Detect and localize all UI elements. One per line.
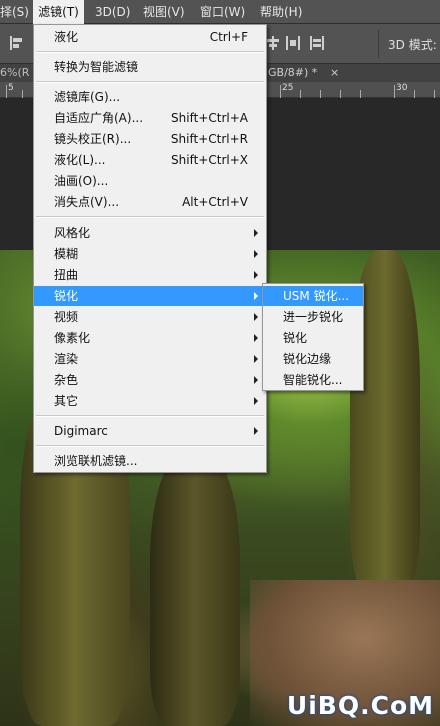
menu-item-pixelate[interactable]: 像素化 (34, 328, 266, 348)
menu-item-filter-gallery[interactable]: 滤镜库(G)... (34, 87, 266, 107)
menu-item-lens-correction[interactable]: 镜头校正(R)... Shift+Ctrl+R (34, 129, 266, 149)
menu-item-sharpen-edges[interactable]: 锐化边缘 (263, 349, 363, 369)
menu-window[interactable]: 窗口(W) (200, 0, 245, 24)
menu-item-smart-sharpen[interactable]: 智能锐化... (263, 370, 363, 390)
submenu-arrow-icon (254, 397, 258, 405)
menu-item-noise[interactable]: 杂色 (34, 370, 266, 390)
menu-item-sharpen-basic[interactable]: 锐化 (263, 328, 363, 348)
submenu-arrow-icon (254, 376, 258, 384)
menu-item-other[interactable]: 其它 (34, 391, 266, 411)
menu-separator (36, 216, 264, 218)
menu-separator (36, 445, 264, 447)
ruler-tick (6, 85, 7, 98)
ruler-number: 25 (282, 83, 294, 93)
menu-filter[interactable]: 滤镜(T) (33, 0, 84, 24)
tree-trunk (150, 450, 240, 726)
ruler-tick (280, 85, 281, 98)
menu-item-liquify[interactable]: 液化(L)... Shift+Ctrl+X (34, 150, 266, 170)
submenu-arrow-icon (254, 229, 258, 237)
menu-item-vanishing-point[interactable]: 消失点(V)... Alt+Ctrl+V (34, 192, 266, 212)
divider (378, 30, 379, 58)
menu-item-sharpen-more[interactable]: 进一步锐化 (263, 307, 363, 327)
ruler-tick (360, 90, 361, 98)
menu-item-stylize[interactable]: 风格化 (34, 223, 266, 243)
submenu-arrow-icon (254, 334, 258, 342)
menu-item-render[interactable]: 渲染 (34, 349, 266, 369)
menu-item-unsharp-mask[interactable]: USM 锐化... (263, 286, 363, 306)
ruler-number: 30 (396, 83, 408, 93)
menu-item-blur[interactable]: 模糊 (34, 244, 266, 264)
align-left-icon[interactable] (10, 36, 24, 50)
sharpen-submenu: USM 锐化... 进一步锐化 锐化 锐化边缘 智能锐化... (262, 283, 364, 391)
menu-item-video[interactable]: 视频 (34, 307, 266, 327)
align-hcenter-icon[interactable] (266, 36, 280, 50)
menu-item-convert-smart-filter[interactable]: 转换为智能滤镜 (34, 57, 266, 77)
menu-item-digimarc[interactable]: Digimarc (34, 421, 266, 441)
ruler-tick (414, 90, 415, 98)
menu-item-browse-filters-online[interactable]: 浏览联机滤镜... (34, 451, 266, 471)
submenu-arrow-icon (254, 427, 258, 435)
document-tab-left[interactable]: 6%(R (0, 64, 29, 82)
ruler-tick (394, 85, 395, 98)
menu-separator (36, 415, 264, 417)
menu-select[interactable]: 择(S) (0, 0, 29, 24)
ruler-number: 5 (8, 83, 14, 93)
menu-view[interactable]: 视图(V) (143, 0, 185, 24)
menu-separator (36, 51, 264, 53)
watermark-logo: UiBQ.CoM (286, 691, 434, 720)
menu-item-distort[interactable]: 扭曲 (34, 265, 266, 285)
3d-mode-label: 3D 模式: (388, 38, 437, 52)
menu-item-adaptive-wide-angle[interactable]: 自适应广角(A)... Shift+Ctrl+A (34, 108, 266, 128)
menu-separator (36, 81, 264, 83)
ruler-tick (434, 90, 435, 98)
submenu-arrow-icon (254, 271, 258, 279)
tab-close-icon[interactable]: × (330, 64, 339, 82)
ruler-tick (300, 90, 301, 98)
distribute-vertical-icon[interactable] (310, 36, 324, 50)
menu-item-oil-paint[interactable]: 油画(O)... (34, 171, 266, 191)
submenu-arrow-icon (254, 313, 258, 321)
document-tab-right[interactable]: GB/8#) * (268, 64, 317, 82)
filter-menu: 液化 Ctrl+F 转换为智能滤镜 滤镜库(G)... 自适应广角(A)... Sh… (33, 24, 267, 473)
menu-item-sharpen[interactable]: 锐化 (34, 286, 266, 306)
menu-bar: 择(S) 滤镜(T) 3D(D) 视图(V) 窗口(W) 帮助(H) (0, 0, 440, 24)
menu-help[interactable]: 帮助(H) (260, 0, 302, 24)
distribute-icon[interactable] (286, 36, 300, 50)
ruler-tick (340, 90, 341, 98)
submenu-arrow-icon (254, 250, 258, 258)
submenu-arrow-icon (254, 355, 258, 363)
ruler-tick (320, 90, 321, 98)
ruler-tick (22, 90, 23, 98)
menu-3d[interactable]: 3D(D) (95, 0, 130, 24)
menu-item-last-filter[interactable]: 液化 Ctrl+F (34, 27, 266, 47)
submenu-arrow-icon (254, 292, 258, 300)
